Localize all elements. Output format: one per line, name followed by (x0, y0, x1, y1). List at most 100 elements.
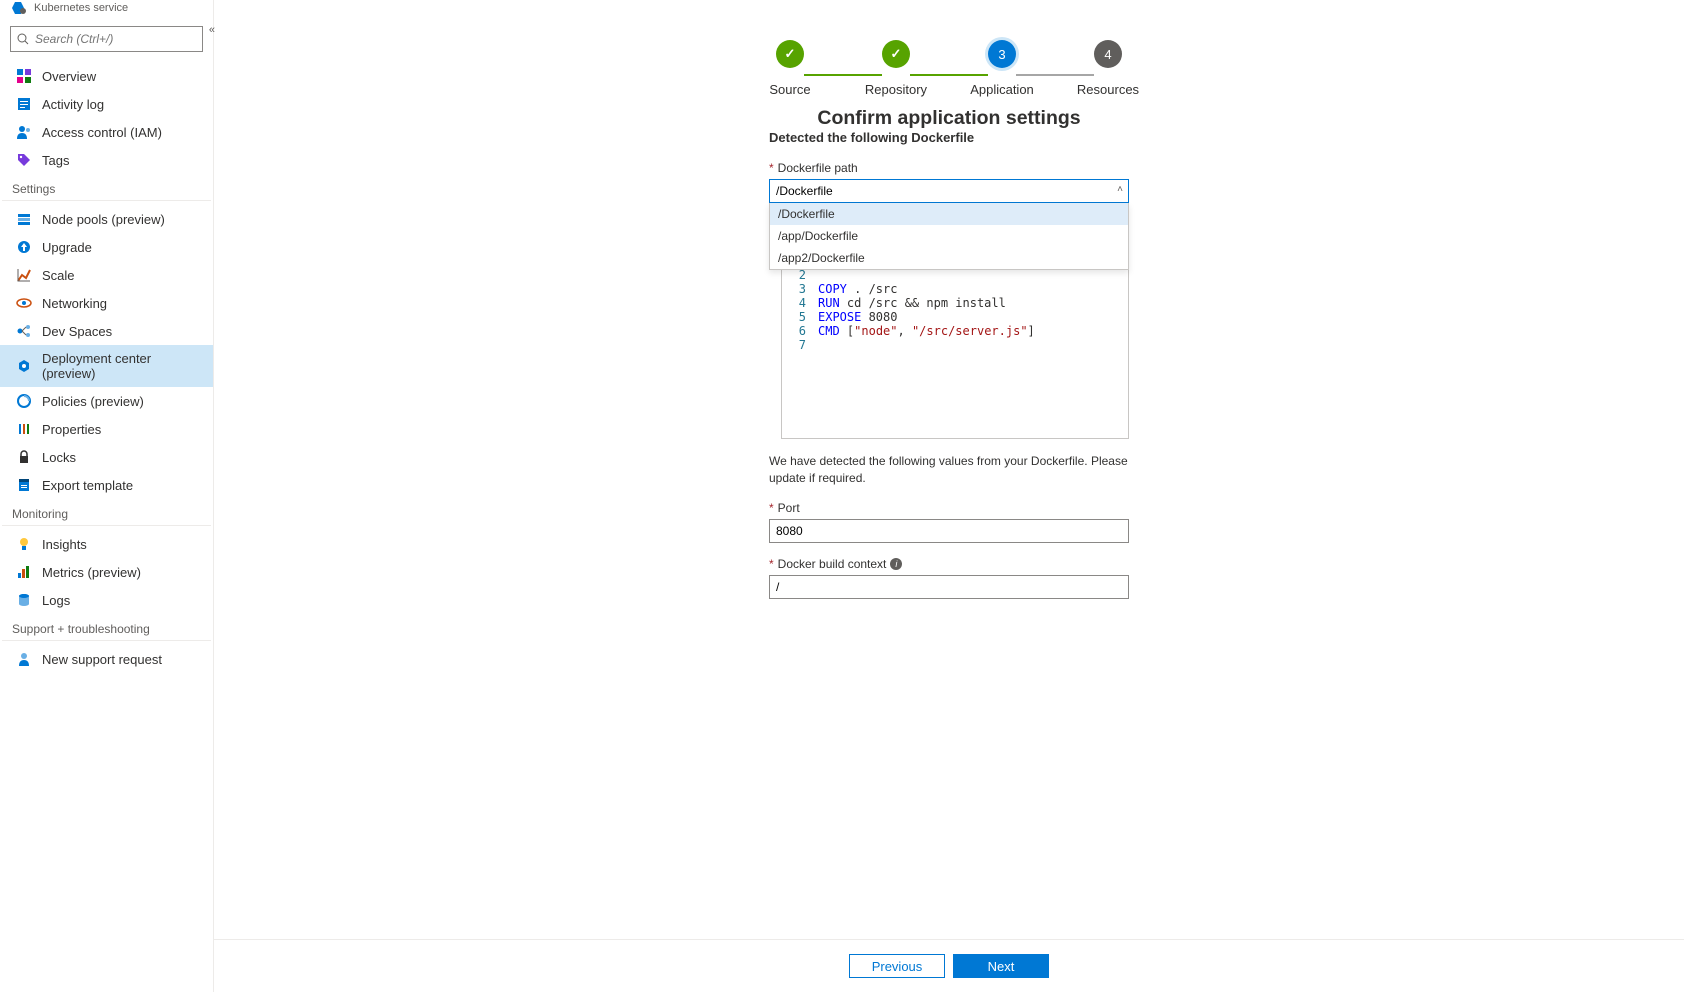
step-label: Application (970, 82, 1034, 97)
line-number: 6 (782, 324, 818, 338)
sidebar-item-metrics[interactable]: Metrics (preview) (0, 558, 213, 586)
step-label: Source (769, 82, 810, 97)
step-number: 3 (988, 40, 1016, 68)
sidebar-item-export-template[interactable]: Export template (0, 471, 213, 499)
properties-icon (16, 421, 32, 437)
detection-info-text: We have detected the following values fr… (769, 453, 1129, 487)
sidebar-item-label: Tags (42, 153, 69, 168)
support-icon (16, 651, 32, 667)
sidebar-item-node-pools[interactable]: Node pools (preview) (0, 205, 213, 233)
sidebar-item-logs[interactable]: Logs (0, 586, 213, 614)
sidebar-item-dev-spaces[interactable]: Dev Spaces (0, 317, 213, 345)
sidebar-item-access-control[interactable]: Access control (IAM) (0, 118, 213, 146)
sidebar-item-insights[interactable]: Insights (0, 530, 213, 558)
code-line: 4RUN cd /src && npm install (782, 296, 1128, 310)
search-input[interactable] (35, 32, 196, 46)
check-icon (776, 40, 804, 68)
sidebar-item-tags[interactable]: Tags (0, 146, 213, 174)
code-line: 6CMD ["node", "/src/server.js"] (782, 324, 1128, 338)
dropdown-option[interactable]: /Dockerfile (770, 203, 1128, 225)
sidebar-item-label: Activity log (42, 97, 104, 112)
sidebar-item-networking[interactable]: Networking (0, 289, 213, 317)
tags-icon (16, 152, 32, 168)
step-resources[interactable]: 4Resources (1056, 40, 1160, 97)
sidebar: « OverviewActivity logAccess control (IA… (0, 0, 214, 992)
step-source[interactable]: Source (738, 40, 842, 97)
step-connector (804, 74, 882, 76)
scale-icon (16, 267, 32, 283)
line-number: 3 (782, 282, 818, 296)
main-content: Source Repository 3 Application 4Resources C… (214, 0, 1684, 992)
sidebar-item-activity-log[interactable]: Activity log (0, 90, 213, 118)
step-application[interactable]: 3 Application (950, 40, 1054, 97)
line-number: 4 (782, 296, 818, 310)
nav-group-header: Settings (2, 174, 211, 201)
sidebar-item-deployment-center[interactable]: Deployment center (preview) (0, 345, 213, 387)
sidebar-item-overview[interactable]: Overview (0, 62, 213, 90)
sidebar-item-label: Node pools (preview) (42, 212, 165, 227)
sidebar-item-policies[interactable]: Policies (preview) (0, 387, 213, 415)
previous-button[interactable]: Previous (849, 954, 945, 978)
locks-icon (16, 449, 32, 465)
networking-icon (16, 295, 32, 311)
sidebar-item-upgrade[interactable]: Upgrade (0, 233, 213, 261)
sidebar-item-properties[interactable]: Properties (0, 415, 213, 443)
info-icon[interactable]: i (890, 558, 902, 570)
step-label: Repository (865, 82, 927, 97)
nav-group-header: Monitoring (2, 499, 211, 526)
sidebar-item-label: Export template (42, 478, 133, 493)
sidebar-item-label: Properties (42, 422, 101, 437)
sidebar-item-label: New support request (42, 652, 162, 667)
step-number: 4 (1094, 40, 1122, 68)
line-number: 7 (782, 338, 818, 352)
dockerfile-path-input[interactable] (769, 179, 1129, 203)
sidebar-item-label: Insights (42, 537, 87, 552)
metrics-icon (16, 564, 32, 580)
check-icon (882, 40, 910, 68)
dropdown-option[interactable]: /app2/Dockerfile (770, 247, 1128, 269)
port-input[interactable] (769, 519, 1129, 543)
search-icon (17, 33, 29, 45)
dockerfile-path-dropdown: /Dockerfile/app/Dockerfile/app2/Dockerfi… (769, 203, 1129, 270)
dropdown-option[interactable]: /app/Dockerfile (770, 225, 1128, 247)
sidebar-item-locks[interactable]: Locks (0, 443, 213, 471)
sidebar-item-label: Locks (42, 450, 76, 465)
panel-subhead: Detected the following Dockerfile (769, 130, 1129, 145)
sidebar-item-support[interactable]: New support request (0, 645, 213, 673)
build-context-label: * Docker build context i (769, 557, 1129, 571)
step-connector (910, 74, 988, 76)
nav-group-header: Support + troubleshooting (2, 614, 211, 641)
access-control-icon (16, 124, 32, 140)
step-connector (1016, 74, 1094, 76)
settings-panel: Detected the following Dockerfile * Dock… (769, 130, 1129, 613)
policies-icon (16, 393, 32, 409)
sidebar-item-label: Metrics (preview) (42, 565, 141, 580)
node-pools-icon (16, 211, 32, 227)
next-button[interactable]: Next (953, 954, 1049, 978)
sidebar-item-label: Deployment center (preview) (42, 351, 203, 381)
build-context-input[interactable] (769, 575, 1129, 599)
sidebar-item-label: Policies (preview) (42, 394, 144, 409)
port-label: * Port (769, 501, 1129, 515)
sidebar-item-label: Overview (42, 69, 96, 84)
code-line: 7 (782, 338, 1128, 352)
upgrade-icon (16, 239, 32, 255)
search-input-container[interactable] (10, 26, 203, 52)
step-repository[interactable]: Repository (844, 40, 948, 97)
sidebar-item-label: Access control (IAM) (42, 125, 162, 140)
line-number: 2 (782, 268, 818, 282)
activity-log-icon (16, 96, 32, 112)
logs-icon (16, 592, 32, 608)
line-number: 5 (782, 310, 818, 324)
code-text: RUN cd /src && npm install (818, 296, 1006, 310)
sidebar-item-scale[interactable]: Scale (0, 261, 213, 289)
stepper: Source Repository 3 Application 4Resources (738, 40, 1160, 97)
required-marker: * (769, 161, 774, 175)
dockerfile-preview: 23COPY . /src4RUN cd /src && npm install… (781, 263, 1129, 439)
export-template-icon (16, 477, 32, 493)
code-text: CMD ["node", "/src/server.js"] (818, 324, 1035, 338)
sidebar-item-label: Upgrade (42, 240, 92, 255)
sidebar-item-label: Dev Spaces (42, 324, 112, 339)
dev-spaces-icon (16, 323, 32, 339)
dockerfile-path-combo[interactable]: ˄ /Dockerfile/app/Dockerfile/app2/Docker… (769, 179, 1129, 203)
